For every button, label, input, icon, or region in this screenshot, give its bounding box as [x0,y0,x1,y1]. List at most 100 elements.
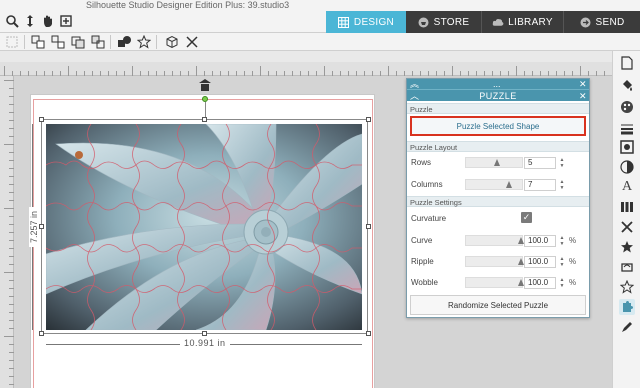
move-icon[interactable] [22,13,38,29]
page-setup-icon[interactable] [619,55,635,71]
ruler-tick [4,272,14,273]
columns-stepper[interactable]: ▲ ▼ [559,179,565,191]
ruler-tick [388,66,389,76]
width-dimension-label: 10.991 in [180,338,230,348]
rhinestone-icon[interactable] [619,259,635,275]
curvature-label: Curvature [411,214,447,223]
puzzle-selected-shape-button[interactable]: Puzzle Selected Shape [410,116,586,136]
toolbar-divider [156,35,157,49]
resize-handle[interactable] [366,117,371,122]
color-palette-icon[interactable] [619,99,635,115]
rows-slider-thumb[interactable] [494,159,500,166]
section-puzzle: Puzzle [407,103,589,114]
tab-send[interactable]: SEND [564,11,640,33]
star-shape-icon[interactable] [619,239,635,255]
make-compound-icon[interactable] [70,34,86,50]
toolbar-divider [24,35,25,49]
height-dimension-label: 7.257 in [29,206,40,248]
puzzle-panel: ︽ ... ✕ ︿ PUZZLE ✕ Puzzle Puzzle Selecte… [406,78,590,318]
3d-box-icon[interactable] [164,34,180,50]
curve-label: Curve [411,236,433,245]
curve-slider[interactable] [465,235,524,246]
resize-handle[interactable] [366,331,371,336]
shapes-icon[interactable] [116,34,132,50]
image-effects-icon[interactable] [619,139,635,155]
cut-settings-icon[interactable] [619,219,635,235]
ruler-tick [4,66,5,76]
ruler-top [0,62,612,76]
panel-header[interactable]: ︽ ... ✕ ︿ PUZZLE ✕ [407,79,589,101]
text-icon[interactable]: A [619,179,635,195]
ripple-input[interactable]: 100.0 [524,256,556,268]
columns-input[interactable]: 7 [524,179,556,191]
zoom-select-icon[interactable] [4,13,20,29]
pan-hand-icon[interactable] [40,13,56,29]
curve-unit: % [569,236,577,245]
toolbar-divider [110,35,111,49]
columns-slider-thumb[interactable] [506,181,512,188]
curve-stepper[interactable]: ▲ ▼ [559,235,565,247]
resize-handle[interactable] [202,331,207,336]
section-puzzle-settings: Puzzle Settings [407,196,589,207]
sketch-icon[interactable] [619,319,635,335]
curvature-checkbox[interactable]: ✓ [521,212,532,223]
tab-design[interactable]: DESIGN [326,11,406,33]
close-panel-icon[interactable]: ✕ [579,79,587,89]
drag-dots-icon: ... [493,79,501,89]
close-icon[interactable] [184,34,200,50]
group-icon[interactable] [30,34,46,50]
ruler-tick [516,66,517,76]
ruler-tick [4,144,14,145]
tab-store-label: STORE [433,16,470,28]
grid-icon [338,16,350,28]
rows-input[interactable]: 5 [524,157,556,169]
wobble-stepper[interactable]: ▲ ▼ [559,277,565,289]
tab-store[interactable]: STORE [406,11,482,33]
ruler-tick [580,66,581,76]
ruler-tick [4,208,14,209]
rows-stepper[interactable]: ▲ ▼ [559,157,565,169]
resize-handle[interactable] [366,224,371,229]
wobble-slider[interactable] [465,277,524,288]
selection-box [41,119,368,334]
rows-slider[interactable] [465,157,523,168]
resize-handle[interactable] [39,224,44,229]
layers-icon[interactable] [619,279,635,295]
ruler-left [0,76,14,388]
rotate-handle[interactable] [202,96,208,102]
ripple-stepper[interactable]: ▲ ▼ [559,256,565,268]
columns-slider[interactable] [465,179,523,190]
star-icon[interactable] [136,34,152,50]
ruler-tick [452,66,453,76]
ruler-tick [4,80,14,81]
ripple-slider[interactable] [465,256,524,267]
select-all-icon[interactable] [4,34,20,50]
send-icon [580,16,592,28]
ruler-tick [132,66,133,76]
section-puzzle-layout: Puzzle Layout [407,141,589,152]
ruler-tick [68,66,69,76]
puzzle-icon[interactable] [619,299,635,315]
replicate-icon[interactable] [619,199,635,215]
fill-icon[interactable] [619,77,635,93]
curve-input[interactable]: 100.0 [524,235,556,247]
panel-drag-bar[interactable]: ︽ ... ✕ [407,79,589,90]
fit-to-page-icon[interactable] [58,13,74,29]
ruler-tick [260,66,261,76]
close-section-icon[interactable]: ✕ [579,91,587,101]
resize-handle[interactable] [202,117,207,122]
right-toolbar: A [612,51,640,388]
tab-library[interactable]: LIBRARY [482,11,564,33]
rows-label: Rows [411,158,432,167]
resize-handle[interactable] [39,331,44,336]
release-compound-icon[interactable] [90,34,106,50]
resize-handle[interactable] [39,117,44,122]
wobble-input[interactable]: 100.0 [524,277,556,289]
randomize-puzzle-button[interactable]: Randomize Selected Puzzle [410,295,586,315]
ungroup-icon[interactable] [50,34,66,50]
line-style-icon[interactable] [619,121,635,137]
ruler-tick [324,66,325,76]
collapse-all-icon[interactable]: ︽ [410,79,419,89]
page-arrow-icon[interactable] [196,79,214,91]
contrast-icon[interactable] [619,159,635,175]
